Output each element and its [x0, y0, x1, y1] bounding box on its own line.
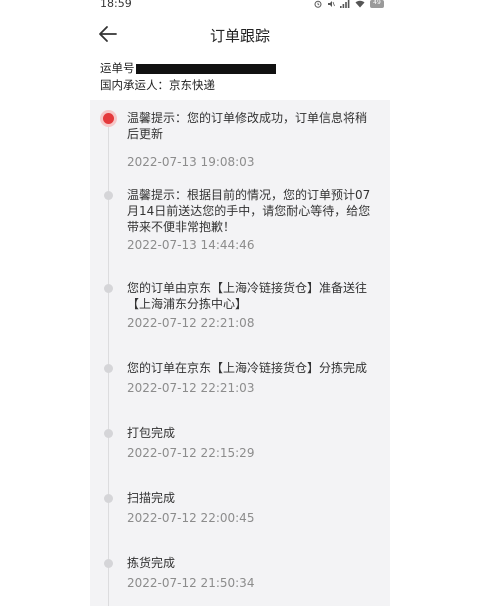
status-dot [104, 191, 113, 200]
status-dot [104, 559, 113, 568]
event-text: 拣货完成 [127, 556, 176, 570]
page-title: 订单跟踪 [209, 27, 270, 45]
event-time: 2022-07-12 22:15:29 [127, 446, 255, 460]
event-text: 打包完成 [127, 426, 176, 440]
event-text: 温馨提示：根据目前的情况，您的订单预计07月14日前送达您的手中，请您耐心等待，… [127, 188, 371, 234]
event-time: 2022-07-13 14:44:46 [127, 238, 255, 252]
event-text: 您的订单在京东【上海冷链接货仓】分拣完成 [127, 361, 368, 375]
event-text: 温馨提示：您的订单修改成功，订单信息将稍后更新 [127, 111, 368, 141]
alarm-icon [314, 0, 322, 8]
timeline-line [108, 116, 109, 606]
battery-icon: 49 [370, 0, 384, 8]
event-text: 扫描完成 [127, 491, 176, 505]
event-text: 您的订单由京东【上海冷链接货仓】准备送往【上海浦东分拣中心】 [127, 281, 368, 311]
shipment-info: 运单号 国内承运人： 京东快递 [100, 60, 276, 94]
phone-screen: 18:59 49 订单跟踪 运单号 国内承运人： 京东快递 温馨提示：您的订单修… [90, 0, 390, 606]
event-time: 2022-07-12 22:00:45 [127, 511, 255, 525]
carrier-label: 国内承运人： [100, 78, 169, 92]
status-bar: 18:59 49 [90, 0, 390, 13]
event-time: 2022-07-13 19:08:03 [127, 155, 255, 169]
signal-icon [340, 0, 350, 8]
event-time: 2022-07-12 21:50:34 [127, 576, 255, 590]
waybill-row: 运单号 [100, 60, 276, 77]
status-dot [104, 284, 113, 293]
carrier-row: 国内承运人： 京东快递 [100, 77, 276, 94]
current-status-dot [103, 113, 114, 124]
tracking-timeline[interactable]: 温馨提示：您的订单修改成功，订单信息将稍后更新 2022-07-13 19:08… [90, 100, 390, 606]
event-time: 2022-07-12 22:21:08 [127, 316, 255, 330]
status-icons: 49 [314, 0, 384, 8]
status-dot [104, 494, 113, 503]
mute-icon [328, 1, 335, 7]
app-bar: 订单跟踪 [90, 14, 390, 56]
wifi-icon [355, 0, 365, 8]
waybill-number-redacted [135, 63, 276, 74]
status-dot [104, 429, 113, 438]
carrier-name: 京东快递 [169, 78, 215, 92]
battery-level: 49 [373, 0, 381, 6]
waybill-label: 运单号 [100, 61, 135, 75]
status-dot [104, 364, 113, 373]
event-time: 2022-07-12 22:21:03 [127, 381, 255, 395]
status-time: 18:59 [100, 0, 132, 10]
